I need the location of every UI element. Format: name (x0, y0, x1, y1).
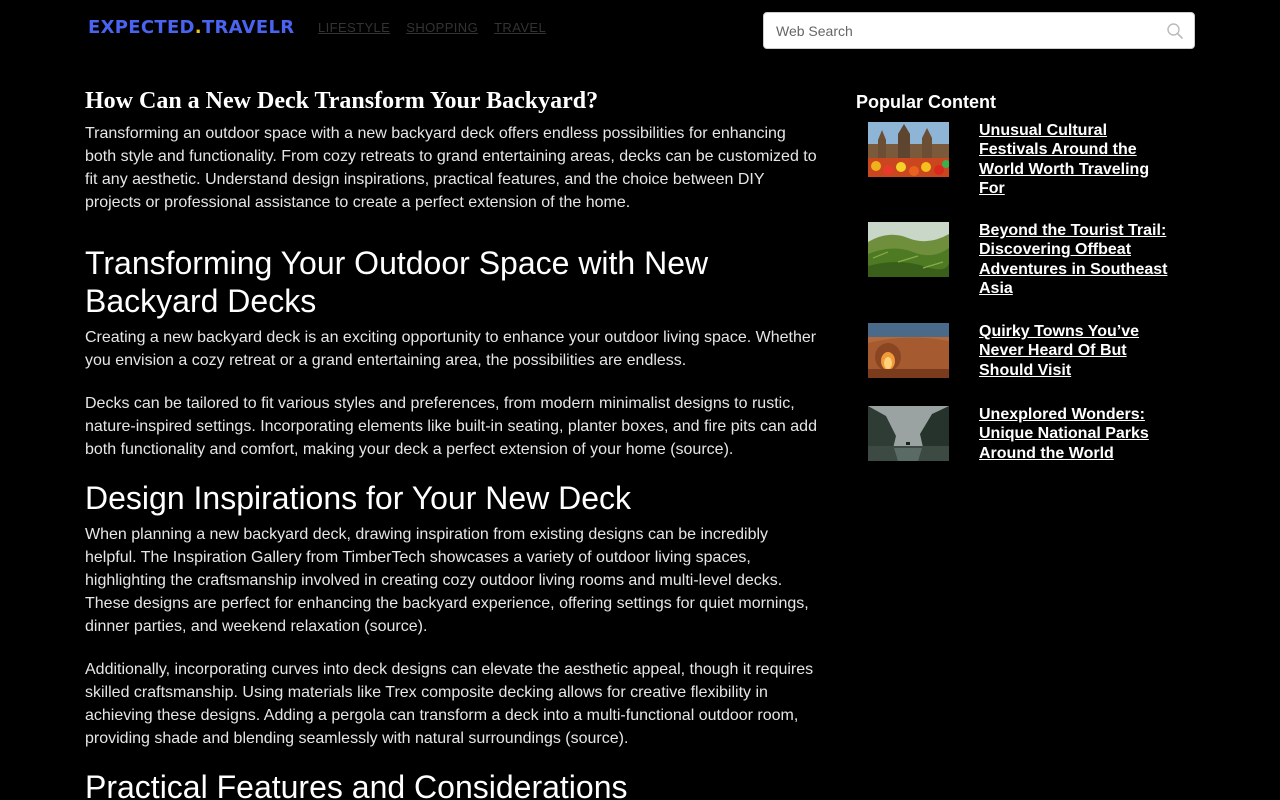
main-nav: LIFESTYLE SHOPPING TRAVEL (318, 20, 546, 35)
article-intro: Transforming an outdoor space with a new… (85, 125, 817, 211)
article: How Can a New Deck Transform Your Backya… (85, 86, 820, 800)
sidebar-item-link[interactable]: Beyond the Tourist Trail: Discovering Of… (979, 221, 1179, 322)
source-link[interactable]: source (676, 441, 724, 458)
paragraph-tail: ). (417, 618, 428, 635)
section-heading: Practical Features and Considerations (85, 769, 628, 800)
site-header: EXPECTED.TRAVELR LIFESTYLE SHOPPING TRAV… (0, 0, 1280, 60)
sidebar-title: Popular Content (856, 92, 996, 112)
green-valley-image[interactable] (868, 222, 949, 277)
source-link[interactable]: source (571, 730, 619, 747)
desert-cave-image[interactable] (868, 323, 949, 378)
paragraph: Creating a new backyard deck is an excit… (85, 329, 817, 369)
paragraph-text: Additionally, incorporating curves into … (85, 661, 814, 747)
sidebar-item-link[interactable]: Quirky Towns You’ve Never Heard Of But S… (979, 322, 1179, 405)
festival-temple-image[interactable] (868, 122, 949, 177)
paragraph-text: When planning a new backyard deck, drawi… (85, 526, 809, 635)
section-heading: Design Inspirations for Your New Deck (85, 480, 632, 516)
search-input[interactable] (764, 13, 1154, 48)
paragraph: Decks can be tailored to fit various sty… (85, 392, 820, 461)
paragraph: When planning a new backyard deck, drawi… (85, 523, 820, 638)
nav-travel[interactable]: TRAVEL (494, 20, 546, 35)
section-heading: Transforming Your Outdoor Space with New… (85, 245, 709, 319)
misty-fjord-image[interactable] (868, 406, 949, 461)
sidebar-item: Beyond the Tourist Trail: Discovering Of… (868, 221, 1186, 322)
logo-main: EXPECTED (88, 17, 195, 38)
popular-content-sidebar: Popular Content Unusual Cultural Festiva… (856, 91, 1186, 465)
sidebar-item: Unexplored Wonders: Unique National Park… (868, 405, 1186, 465)
sidebar-item-link[interactable]: Unexplored Wonders: Unique National Park… (979, 405, 1179, 465)
nav-lifestyle[interactable]: LIFESTYLE (318, 20, 390, 35)
source-link[interactable]: source (370, 618, 418, 635)
site-logo[interactable]: EXPECTED.TRAVELR (88, 17, 294, 38)
nav-shopping[interactable]: SHOPPING (406, 20, 478, 35)
search-box (763, 12, 1195, 49)
search-icon[interactable] (1166, 22, 1184, 40)
sidebar-item: Unusual Cultural Festivals Around the Wo… (868, 121, 1186, 221)
sidebar-item-link[interactable]: Unusual Cultural Festivals Around the Wo… (979, 121, 1179, 221)
paragraph-tail: ). (723, 441, 734, 458)
paragraph-tail: ). (618, 730, 629, 747)
article-title: How Can a New Deck Transform Your Backya… (85, 88, 599, 114)
paragraph: Additionally, incorporating curves into … (85, 658, 820, 750)
logo-suffix: TRAVELR (201, 17, 295, 38)
sidebar-item: Quirky Towns You’ve Never Heard Of But S… (868, 322, 1186, 405)
logo-dot: . (194, 17, 202, 38)
